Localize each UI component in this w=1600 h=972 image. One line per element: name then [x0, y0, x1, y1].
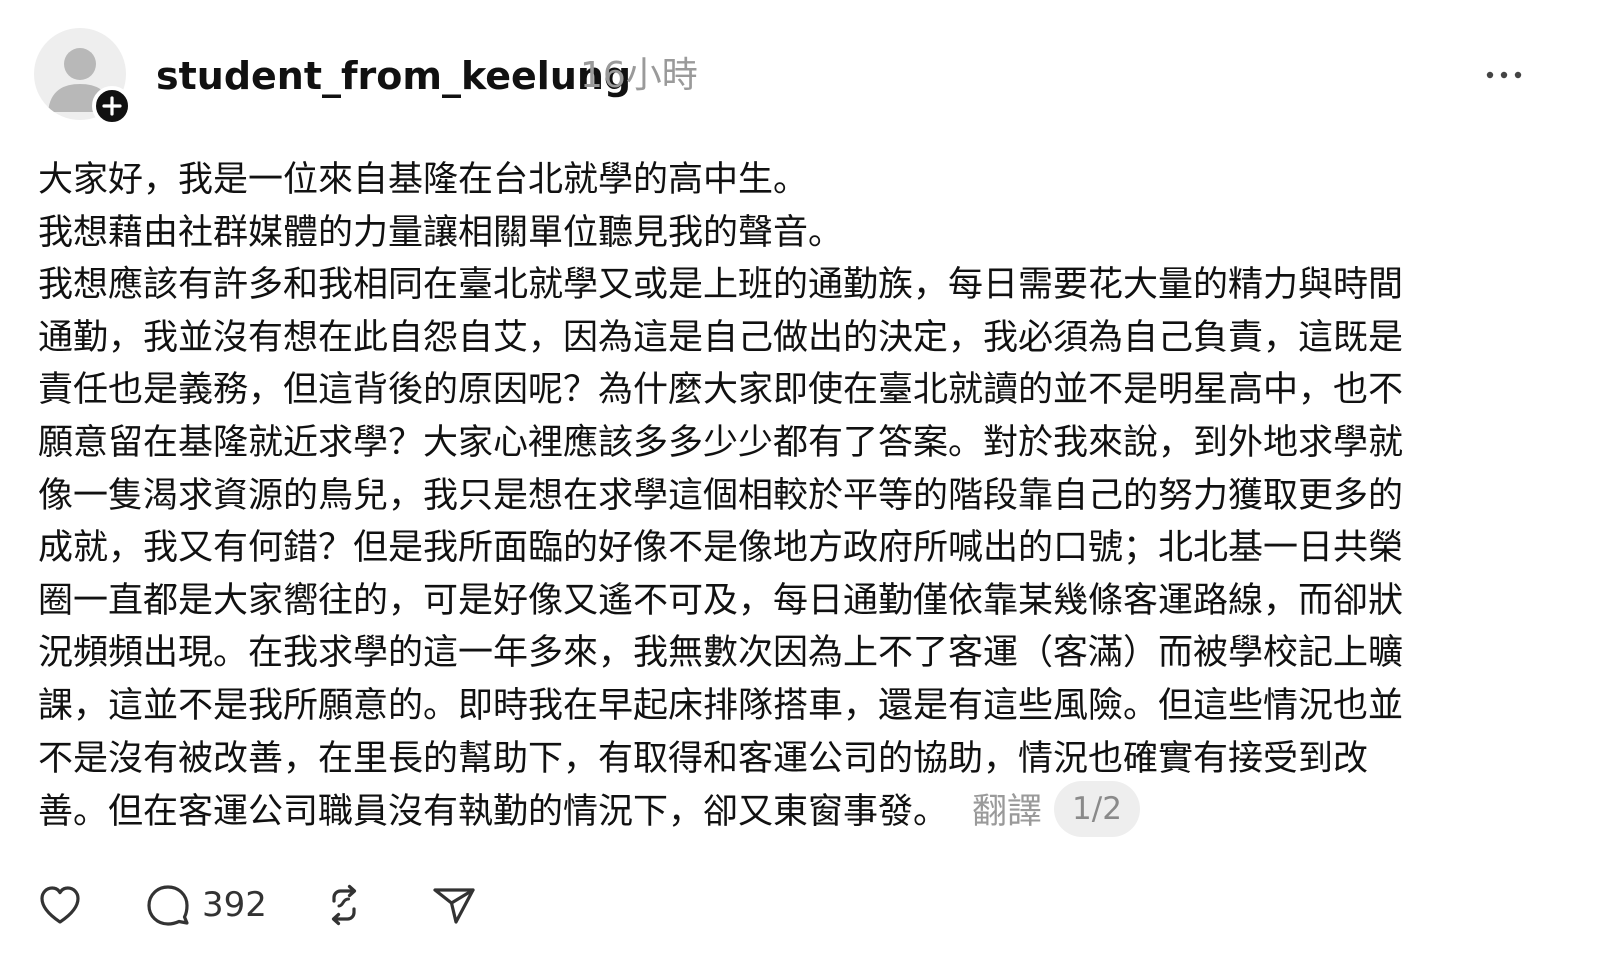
post-line: 願意留在基隆就近求學？大家心裡應該多多少少都有了答案。對於我來說，到外地求學就	[38, 422, 1404, 463]
follow-button[interactable]	[92, 86, 132, 126]
post-timestamp: 16小時	[580, 55, 698, 96]
post-line: 責任也是義務，但這背後的原因呢？為什麼大家即使在臺北就讀的並不是明星高中，也不	[38, 370, 1404, 411]
send-icon	[433, 888, 475, 924]
post-line: 課，這並不是我所願意的。即時我在早起床排隊搭車，還是有這些風險。但這些情況也並	[38, 685, 1404, 726]
page-indicator[interactable]: 1/2	[1054, 781, 1140, 838]
username-link[interactable]: student_from_keelung	[156, 52, 631, 100]
post-line: 像一隻渴求資源的鳥兒，我只是想在求學這個相較於平等的階段靠自己的努力獲取更多的	[38, 475, 1404, 516]
post-line: 圈一直都是大家嚮往的，可是好像又遙不可及，每日通勤僅依靠某幾條客運路線，而卻狀	[38, 580, 1404, 621]
plus-icon	[102, 96, 122, 116]
post-line: 不是沒有被改善，在里長的幫助下，有取得和客運公司的協助，情況也確實有接受到改	[38, 738, 1369, 779]
share-button[interactable]	[430, 878, 478, 932]
post-line: 我想應該有許多和我相同在臺北就學又或是上班的通勤族，每日需要花大量的精力與時間	[38, 265, 1404, 306]
post-line: 大家好，我是一位來自基隆在台北就學的高中生。	[38, 160, 809, 200]
post-last-line: 善。但在客運公司職員沒有執勤的情況下，卻又東窗事發。 翻譯 1/2	[38, 781, 1518, 838]
heart-icon	[40, 886, 80, 924]
comment-count: 392	[202, 885, 267, 925]
action-bar: 392	[36, 878, 636, 932]
post-line-text: 善。但在客運公司職員沒有執勤的情況下，卻又東窗事發。	[38, 792, 949, 833]
avatar-container[interactable]	[34, 28, 132, 126]
more-dots-icon	[1486, 71, 1522, 79]
post-header: student_from_keelung 16小時	[34, 28, 1534, 128]
repost-button[interactable]	[320, 878, 368, 932]
comment-button[interactable]: 392	[144, 878, 267, 932]
post-line: 況頻頻出現。在我求學的這一年多來，我無數次因為上不了客運（客滿）而被學校記上曠	[38, 633, 1404, 674]
repost-icon	[331, 884, 357, 926]
post-line: 通勤，我並沒有想在此自怨自艾，因為這是自己做出的決定，我必須為自己負責，這既是	[38, 317, 1404, 358]
like-button[interactable]	[36, 878, 84, 932]
post-text: 大家好，我是一位來自基隆在台北就學的高中生。 我想藉由社群媒體的力量讓相關單位聽…	[38, 154, 1518, 838]
comment-bubble-icon	[147, 885, 189, 926]
post-line: 我想藉由社群媒體的力量讓相關單位聽見我的聲音。	[38, 212, 844, 253]
post-line: 成就，我又有何錯？但是我所面臨的好像不是像地方政府所喊出的口號；北北基一日共榮	[38, 528, 1404, 569]
translate-link[interactable]: 翻譯	[972, 792, 1042, 832]
more-options-button[interactable]	[1482, 60, 1526, 90]
